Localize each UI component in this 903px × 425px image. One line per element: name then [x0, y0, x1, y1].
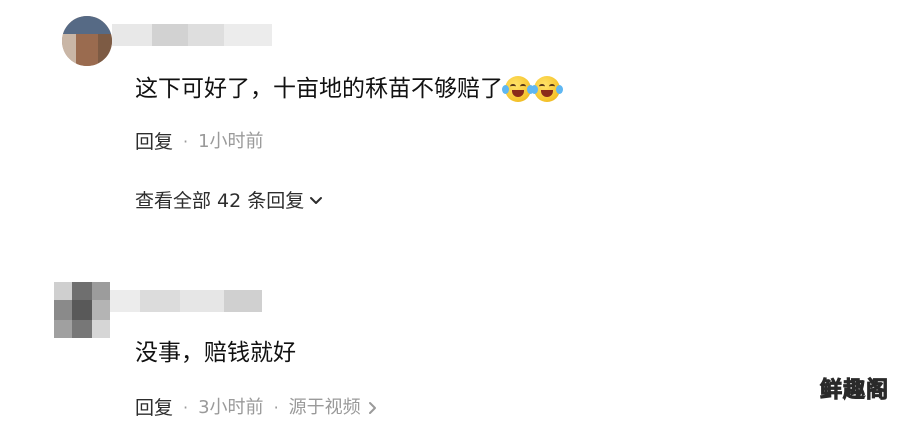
- view-all-replies-label: 查看全部 42 条回复: [135, 190, 305, 212]
- comment-text: 没事，赔钱就好: [135, 338, 296, 368]
- chevron-down-icon: [310, 197, 323, 204]
- separator-dot: ·: [183, 132, 189, 151]
- username-blurred: [110, 290, 262, 312]
- avatar[interactable]: [54, 282, 110, 338]
- crying-laughing-face-icon: [502, 76, 534, 102]
- source-video-link[interactable]: 源于视频: [289, 396, 379, 420]
- avatar[interactable]: [62, 16, 112, 66]
- watermark: 鲜趣阁: [819, 378, 889, 404]
- comment-text: 这下可好了，十亩地的秝苗不够赔了: [135, 74, 563, 104]
- chevron-right-icon: [368, 402, 376, 414]
- crying-laughing-face-icon: [531, 76, 563, 102]
- comment-meta: 回复 · 1小时前: [135, 130, 264, 154]
- timestamp: 3小时前: [198, 397, 264, 418]
- emoji-group: [502, 76, 563, 102]
- view-all-replies-button[interactable]: 查看全部 42 条回复: [135, 188, 324, 214]
- comment-body: 这下可好了，十亩地的秝苗不够赔了: [135, 76, 503, 102]
- reply-button[interactable]: 回复: [135, 130, 173, 154]
- timestamp: 1小时前: [198, 131, 264, 152]
- source-video-label: 源于视频: [288, 397, 361, 418]
- username-blurred: [112, 24, 272, 46]
- comment-body: 没事，赔钱就好: [135, 340, 296, 366]
- separator-dot: ·: [183, 398, 189, 417]
- reply-button[interactable]: 回复: [135, 396, 173, 420]
- separator-dot: ·: [273, 398, 279, 417]
- comment-meta: 回复 · 3小时前 · 源于视频: [135, 396, 379, 420]
